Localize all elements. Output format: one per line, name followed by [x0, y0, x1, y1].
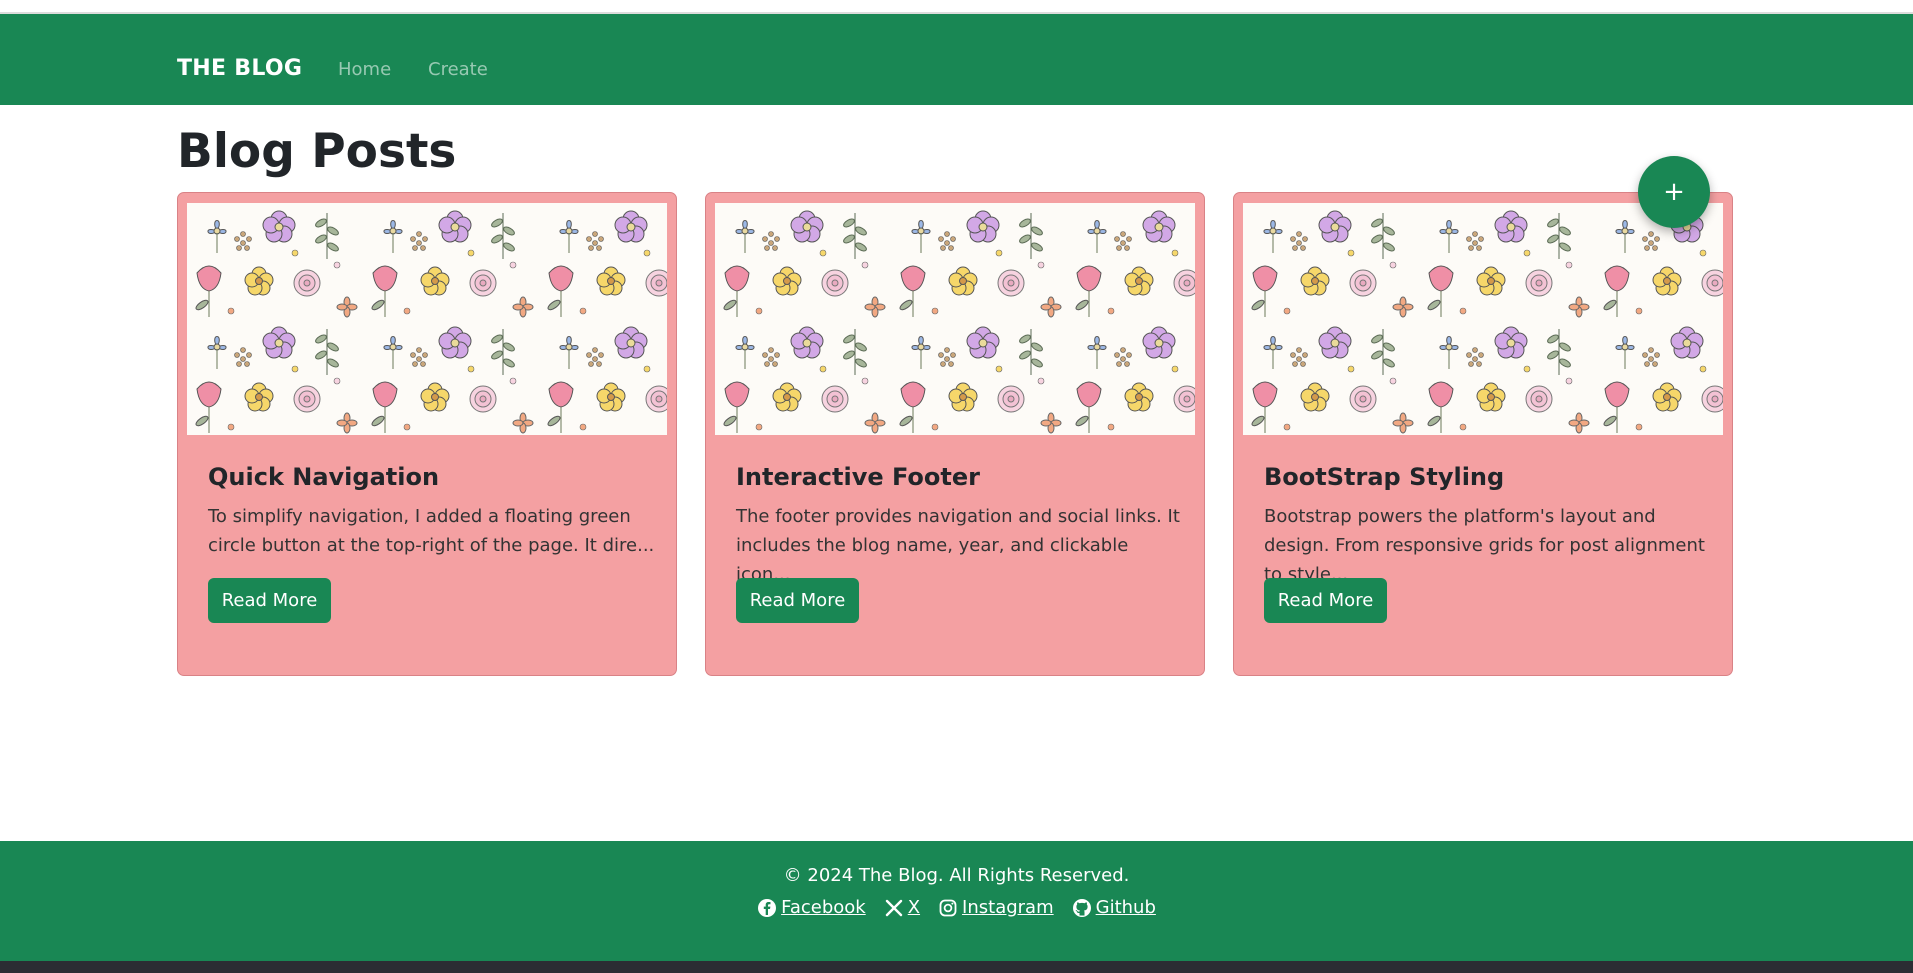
nav-link-home[interactable]: Home	[338, 61, 391, 79]
facebook-link[interactable]: Facebook	[757, 897, 866, 918]
taskbar-edge	[0, 961, 1913, 973]
post-card: Quick Navigation To simplify navigation,…	[177, 192, 677, 676]
github-icon	[1072, 898, 1091, 917]
post-excerpt: The footer provides navigation and socia…	[736, 506, 1180, 585]
read-more-button[interactable]: Read More	[1264, 578, 1387, 623]
post-card: Interactive Footer The footer provides n…	[705, 192, 1205, 676]
x-icon	[885, 899, 902, 916]
brand-logo[interactable]: THE BLOG	[177, 58, 302, 80]
post-image	[1243, 203, 1723, 435]
nav-link-create[interactable]: Create	[428, 61, 488, 79]
post-image	[187, 203, 667, 435]
facebook-icon	[758, 898, 777, 917]
instagram-label: Instagram	[962, 897, 1054, 918]
window-top-edge	[0, 0, 1913, 14]
instagram-link[interactable]: Instagram	[938, 897, 1054, 918]
post-image	[715, 203, 1195, 435]
page-title: Blog Posts	[177, 124, 457, 179]
social-links: Facebook X Instagram Github	[0, 897, 1913, 918]
post-card: BootStrap Styling Bootstrap powers the p…	[1233, 192, 1733, 676]
post-title: Interactive Footer	[736, 463, 980, 491]
post-excerpt: To simplify navigation, I added a floati…	[208, 506, 655, 556]
read-more-button[interactable]: Read More	[208, 578, 331, 623]
post-title: Quick Navigation	[208, 463, 440, 491]
post-title: BootStrap Styling	[1264, 463, 1505, 491]
footer: © 2024 The Blog. All Rights Reserved. Fa…	[0, 841, 1913, 961]
x-link[interactable]: X	[884, 897, 920, 918]
x-label: X	[907, 897, 921, 918]
navbar: THE BLOG Home Create	[0, 14, 1913, 105]
facebook-label: Facebook	[781, 897, 866, 918]
github-label: Github	[1095, 897, 1156, 918]
create-post-fab[interactable]: +	[1638, 156, 1710, 228]
copyright-text: © 2024 The Blog. All Rights Reserved.	[783, 865, 1130, 886]
instagram-icon	[939, 899, 957, 916]
read-more-button[interactable]: Read More	[736, 578, 859, 623]
github-link[interactable]: Github	[1072, 897, 1156, 918]
post-excerpt: Bootstrap powers the platform's layout a…	[1264, 506, 1705, 585]
